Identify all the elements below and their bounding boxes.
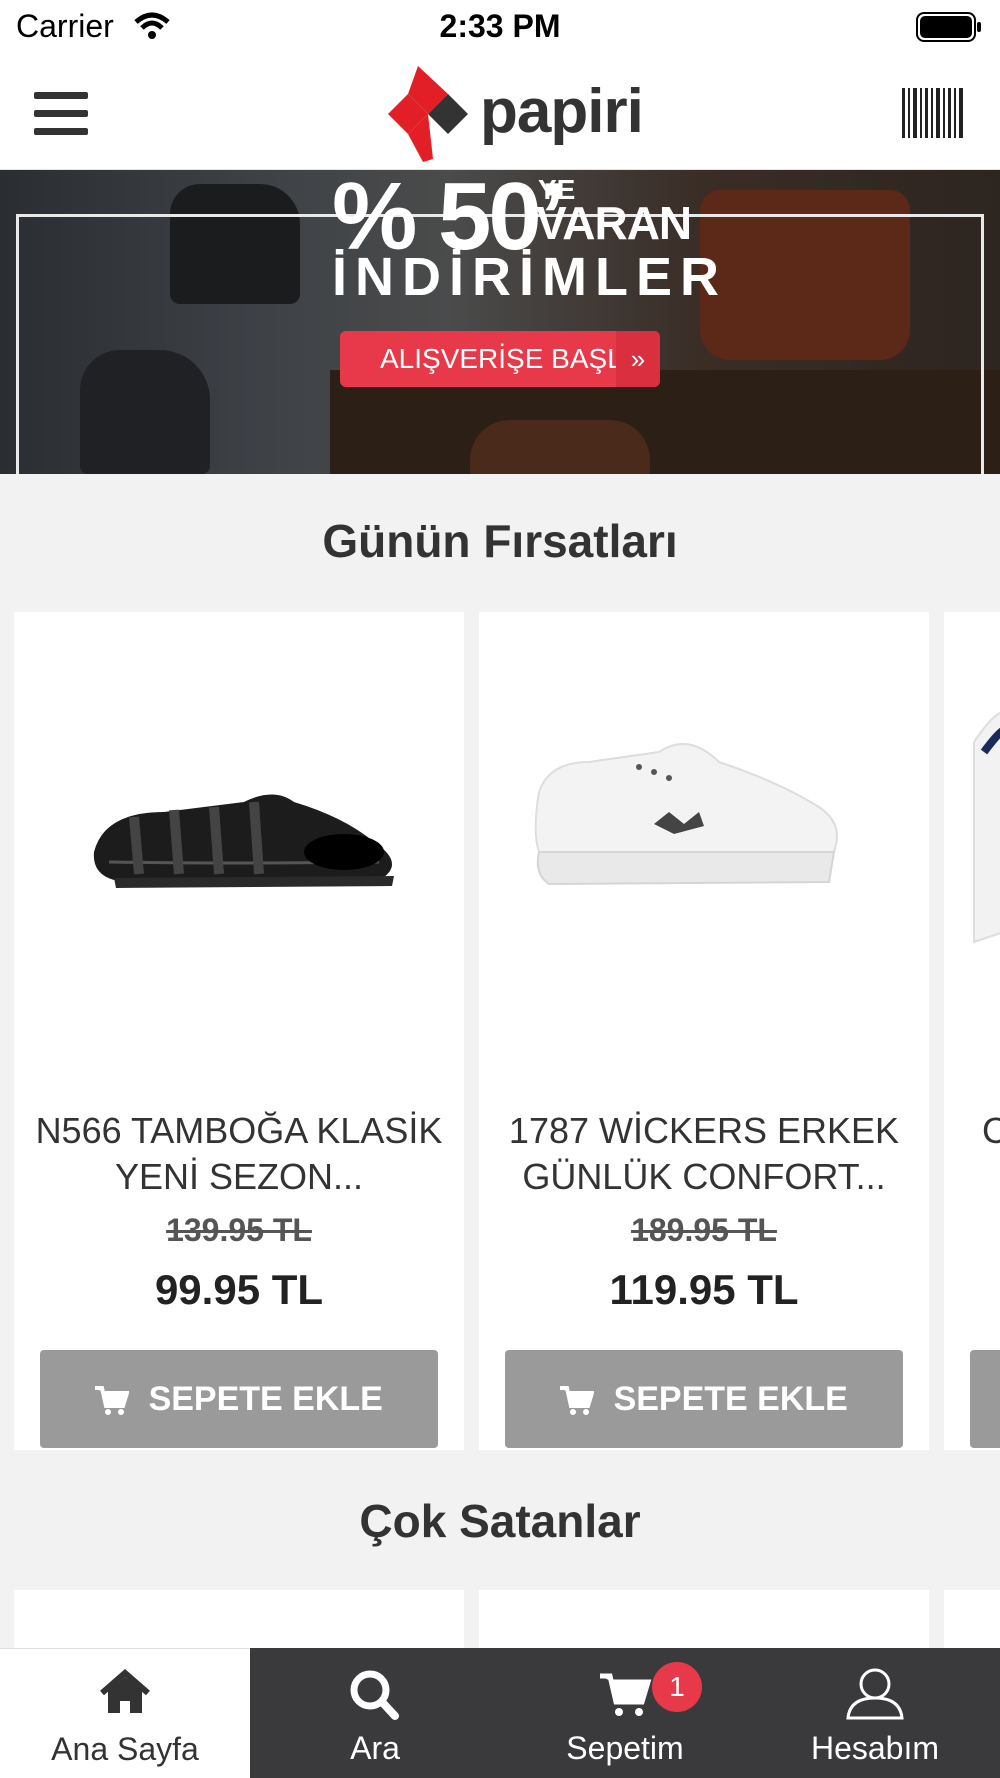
logo-text: papiri [480,77,644,146]
tab-label: Sepetim [566,1730,684,1766]
tab-label: Ana Sayfa [51,1731,199,1767]
bottom-tab-bar: Ana Sayfa Ara Sepetim 1 Hesabım [0,1648,1000,1778]
logo-mark-icon [388,66,468,162]
product-card[interactable]: C [944,612,1000,1450]
bestseller-card[interactable] [479,1590,929,1650]
tab-search[interactable]: Ara [250,1648,500,1778]
product-card[interactable]: 1787 WİCKERS ERKEK GÜNLÜK CONFORT... 189… [479,612,929,1450]
product-name[interactable]: 1787 WİCKERS ERKEK GÜNLÜK CONFORT... [499,1108,909,1200]
product-image-sneaker [534,743,838,886]
tab-label: Hesabım [810,1730,940,1766]
product-image-partial [973,711,1000,944]
add-to-cart-button[interactable]: SEPETE EKLE [40,1350,438,1448]
add-to-cart-label: SEPETE EKLE [148,1380,383,1418]
tab-home[interactable]: Ana Sayfa [0,1648,250,1778]
bestseller-card[interactable] [14,1590,464,1650]
cta-label: ALIŞVERİŞE BAŞLA [380,343,642,374]
home-icon [100,1669,150,1713]
product-image-loafer [93,794,394,888]
barcode-icon[interactable] [902,84,966,142]
add-to-cart-button[interactable]: SEPETE EKLE [505,1350,903,1448]
papiri-logo[interactable]: papiri [378,64,644,164]
banner-varan-text: VARAN [536,197,692,249]
tab-label: Ara [350,1730,400,1766]
add-to-cart-button[interactable] [970,1350,1000,1448]
cart-icon [560,1386,595,1416]
cart-count-badge: 1 [652,1662,702,1712]
product-old-price: 189.95 TL [631,1212,777,1248]
bestseller-card[interactable] [944,1590,1000,1650]
product-name[interactable]: N566 TAMBOĞA KLASİK YENİ SEZON... [34,1108,444,1200]
product-price: 119.95 TL [609,1266,799,1313]
product-name[interactable]: C [982,1108,1000,1200]
start-shopping-button[interactable]: ALIŞVERİŞE BAŞLA » [340,331,660,387]
banner-indirimler-text: İNDİRİMLER [332,247,727,307]
tab-account[interactable]: Hesabım [750,1648,1000,1778]
user-icon [846,1668,904,1720]
battery-icon [916,12,981,42]
search-icon [350,1670,399,1720]
product-card[interactable]: N566 TAMBOĞA KLASİK YENİ SEZON... 139.95… [14,612,464,1450]
cart-icon [600,1673,652,1716]
product-old-price: 139.95 TL [166,1212,312,1248]
clock: 2:33 PM [439,8,561,44]
bestsellers-section-title: Çok Satanlar [359,1495,641,1547]
add-to-cart-label: SEPETE EKLE [613,1380,848,1418]
double-chevron-right-icon: » [616,331,660,387]
deals-section-title: Günün Fırsatları [322,515,678,567]
hamburger-menu-icon[interactable] [34,92,88,136]
tab-cart[interactable]: Sepetim [500,1648,750,1778]
promo-banner[interactable]: % 50’ YE VARAN İNDİRİMLER ALIŞVERİŞE BAŞ… [0,170,1000,474]
cart-icon [95,1386,130,1416]
product-price: 99.95 TL [154,1266,324,1313]
app-header: papiri [0,56,1000,170]
status-bar: Carrier 2:33 PM [0,0,1000,56]
